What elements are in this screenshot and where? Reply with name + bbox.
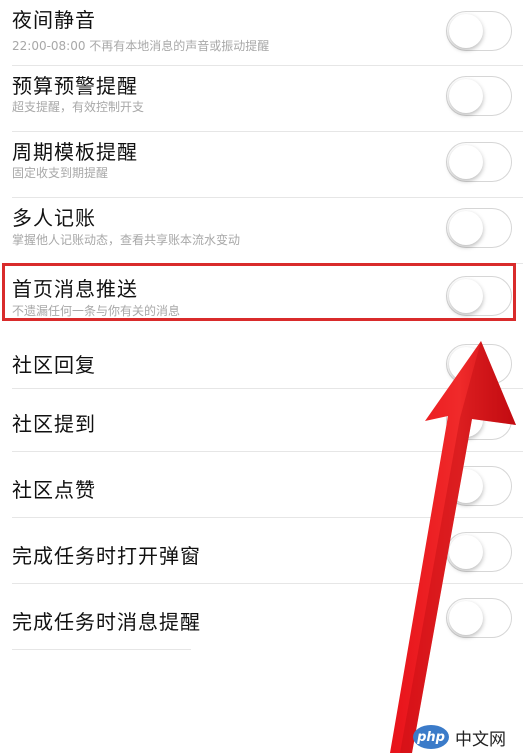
budget-alert-toggle[interactable] bbox=[446, 76, 512, 116]
setting-row-community-reply[interactable]: 社区回复 bbox=[0, 330, 523, 389]
setting-row-budget-alert[interactable]: 预算预警提醒 超支提醒，有效控制开支 bbox=[0, 66, 523, 132]
toggle-knob bbox=[449, 211, 483, 245]
toggle-knob bbox=[449, 601, 483, 635]
setting-row-task-notify[interactable]: 完成任务时消息提醒 bbox=[0, 584, 523, 650]
setting-title: 完成任务时打开弹窗 bbox=[12, 544, 201, 568]
community-mention-toggle[interactable] bbox=[446, 400, 512, 440]
setting-subtitle: 固定收支到期提醒 bbox=[12, 166, 109, 180]
toggle-knob bbox=[449, 79, 483, 113]
community-like-toggle[interactable] bbox=[446, 466, 512, 506]
night-mute-toggle[interactable] bbox=[446, 11, 512, 51]
setting-title: 社区提到 bbox=[12, 412, 96, 436]
multi-user-toggle[interactable] bbox=[446, 208, 512, 248]
setting-row-multi-user[interactable]: 多人记账 掌握他人记账动态，查看共享账本流水变动 bbox=[0, 198, 523, 264]
watermark-text: 中文网 bbox=[455, 729, 506, 750]
community-reply-toggle[interactable] bbox=[446, 344, 512, 384]
task-popup-toggle[interactable] bbox=[446, 532, 512, 572]
setting-subtitle: 不遗漏任何一条与你有关的消息 bbox=[12, 304, 181, 318]
setting-title: 预算预警提醒 bbox=[12, 74, 138, 98]
toggle-knob bbox=[449, 347, 483, 381]
setting-row-home-push[interactable]: 首页消息推送 不遗漏任何一条与你有关的消息 bbox=[0, 264, 523, 330]
home-push-toggle[interactable] bbox=[446, 276, 512, 316]
toggle-knob bbox=[449, 469, 483, 503]
setting-title: 社区回复 bbox=[12, 353, 96, 377]
toggle-knob bbox=[449, 145, 483, 179]
toggle-knob bbox=[449, 403, 483, 437]
periodic-template-toggle[interactable] bbox=[446, 142, 512, 182]
divider bbox=[12, 649, 191, 650]
toggle-knob bbox=[449, 14, 483, 48]
toggle-knob bbox=[449, 535, 483, 569]
setting-title: 夜间静音 bbox=[12, 8, 96, 32]
notification-settings-list: 夜间静音 22:00-08:00 不再有本地消息的声音或振动提醒 预算预警提醒 … bbox=[0, 0, 523, 650]
setting-row-periodic-template[interactable]: 周期模板提醒 固定收支到期提醒 bbox=[0, 132, 523, 198]
setting-row-task-popup[interactable]: 完成任务时打开弹窗 bbox=[0, 518, 523, 584]
setting-title: 社区点赞 bbox=[12, 478, 96, 502]
setting-row-night-mute[interactable]: 夜间静音 22:00-08:00 不再有本地消息的声音或振动提醒 bbox=[0, 0, 523, 66]
setting-title: 首页消息推送 bbox=[12, 277, 138, 301]
setting-row-community-like[interactable]: 社区点赞 bbox=[0, 452, 523, 518]
setting-subtitle: 22:00-08:00 不再有本地消息的声音或振动提醒 bbox=[12, 39, 270, 53]
setting-subtitle: 超支提醒，有效控制开支 bbox=[12, 100, 145, 114]
setting-title: 多人记账 bbox=[12, 206, 96, 230]
setting-row-community-mention[interactable]: 社区提到 bbox=[0, 386, 523, 452]
setting-subtitle: 掌握他人记账动态，查看共享账本流水变动 bbox=[12, 233, 241, 247]
setting-title: 周期模板提醒 bbox=[12, 140, 138, 164]
setting-title: 完成任务时消息提醒 bbox=[12, 610, 201, 634]
watermark: php 中文网 bbox=[413, 724, 521, 750]
toggle-knob bbox=[449, 279, 483, 313]
task-notify-toggle[interactable] bbox=[446, 598, 512, 638]
php-logo: php bbox=[413, 725, 449, 749]
